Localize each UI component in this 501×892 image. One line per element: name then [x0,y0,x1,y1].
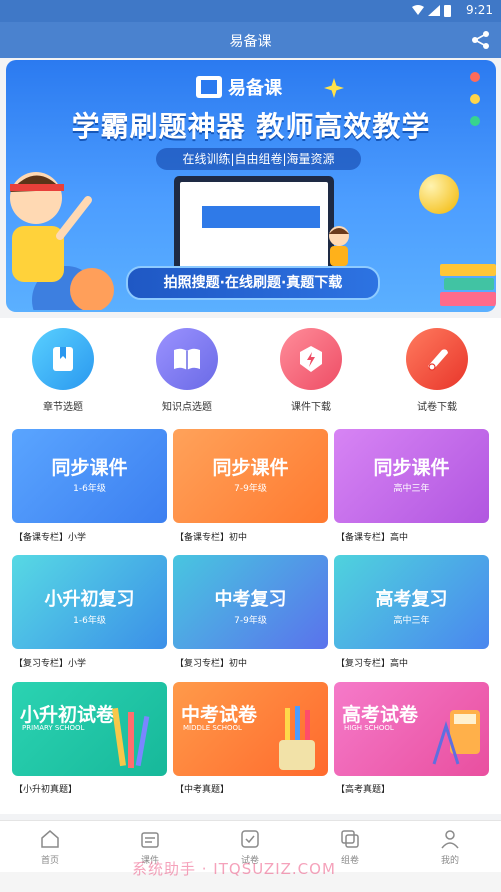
card-title: 同步课件 [373,457,450,479]
card-caption: 【复习专栏】初中 [175,659,248,669]
books-illustration [440,264,496,306]
card-caption: 【高考真题】 [336,785,391,795]
card-subtitle: 1-6年级 [73,616,106,626]
watermark-text: 系统助手 · ITQSUZIZ.COM [132,860,336,878]
star-decoration [324,78,344,98]
planet-decoration [419,174,459,214]
pencil-cup-icon [279,706,315,770]
status-bar: 9:21 [0,0,501,22]
card-title: 同步课件 [51,457,128,479]
card-title: 小升初复习 [44,589,135,610]
card-exam-senior[interactable]: 高考试卷 HIGH SCHOOL [334,682,489,776]
scroll-icon [428,349,448,371]
quick-chapter-select[interactable]: 章节选题 [18,328,108,413]
open-book-icon [174,348,200,370]
tab-label: 首页 [40,856,59,866]
tab-profile[interactable]: 我的 [420,829,480,866]
card-caption: 【小升初真题】 [14,785,78,795]
promo-banner[interactable]: 易备课 学霸刷题神器 教师高效教学 在线训练|自由组卷|海量资源 拍照搜题·在线… [6,60,496,312]
card-review-junior[interactable]: 中考复习 7-9年级 [173,555,328,649]
tab-home[interactable]: 首页 [20,829,80,866]
card-subtitle: 7-9年级 [234,484,267,494]
card-title: 中考复习 [214,589,287,610]
system-status-icons [412,5,451,17]
student-illustration [10,172,114,310]
quick-label: 知识点选题 [162,402,212,413]
card-caption: 【中考真题】 [175,785,230,795]
dot-decoration [470,94,480,104]
quick-icon-circle [406,328,468,390]
card-sync-senior[interactable]: 同步课件 高中三年 [334,429,489,523]
card-caption: 【复习专栏】小学 [14,659,87,669]
card-caption: 【备课专栏】高中 [336,533,409,543]
bookmark-book-icon [53,347,73,371]
quick-label: 课件下载 [291,402,331,413]
card-title: 同步课件 [212,457,289,479]
exam-check-icon [241,830,259,848]
calculator-icon [432,710,480,765]
quick-actions: 章节选题 知识点选题 课件下载 试卷下载 [0,318,501,420]
banner-logo-text: 易备课 [228,78,282,99]
home-icon [41,830,59,848]
tab-label: 我的 [440,856,459,866]
card-review-senior[interactable]: 高考复习 高中三年 [334,555,489,649]
quick-knowledge-select[interactable]: 知识点选题 [142,328,232,413]
card-sync-junior[interactable]: 同步课件 7-9年级 [173,429,328,523]
download-bolt-icon [300,346,322,372]
quick-label: 试卷下载 [417,402,457,413]
app-header: 易备课 [0,22,501,58]
card-subtitle: 1-6年级 [73,484,106,494]
category-grid: 同步课件 1-6年级 同步课件 7-9年级 同步课件 高中三年 【备课专栏】小学… [0,420,501,814]
share-icon[interactable] [471,30,491,50]
card-sync-primary[interactable]: 同步课件 1-6年级 [12,429,167,523]
quick-courseware-download[interactable]: 课件下载 [266,328,356,413]
tab-label: 组卷 [340,856,359,866]
card-exam-primary[interactable]: 小升初试卷 PRIMARY SCHOOL [12,682,167,776]
quick-icon-circle [156,328,218,390]
stationery-icon [111,707,150,768]
page-title: 易备课 [229,34,272,50]
card-caption: 【备课专栏】小学 [14,533,87,543]
card-subtitle: 高中三年 [393,616,430,626]
quick-label: 章节选题 [43,402,83,413]
quick-icon-circle [280,328,342,390]
profile-icon [441,830,459,849]
banner-logo: 易备课 [196,74,282,100]
banner-headline: 学霸刷题神器 教师高效教学 [71,110,431,143]
card-exam-junior[interactable]: 中考试卷 MIDDLE SCHOOL [173,682,328,776]
banner-subtitle: 在线训练|自由组卷|海量资源 [156,148,361,170]
status-time: 9:21 [466,3,493,17]
dot-decoration [470,116,480,126]
card-caption: 【备课专栏】初中 [175,533,248,543]
dot-decoration [470,72,480,82]
quick-exam-download[interactable]: 试卷下载 [392,328,482,413]
boy-illustration [329,226,349,266]
card-caption: 【复习专栏】高中 [336,659,409,669]
card-subtitle: 7-9年级 [234,616,267,626]
card-title: 高考复习 [375,589,448,610]
card-review-primary[interactable]: 小升初复习 1-6年级 [12,555,167,649]
stack-icon [341,830,359,848]
courseware-icon [141,832,159,848]
banner-ribbon: 拍照搜题·在线刷题·真题下载 [126,266,380,300]
quick-icon-circle [32,328,94,390]
card-subtitle: 高中三年 [393,484,430,494]
logo-icon [196,76,222,98]
